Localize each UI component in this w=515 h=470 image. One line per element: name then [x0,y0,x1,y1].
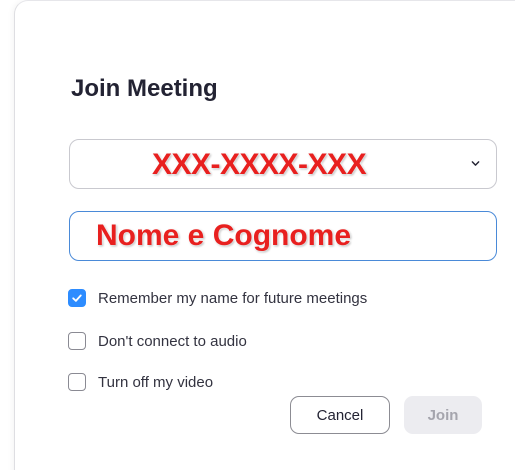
turn-off-video-label: Turn off my video [98,373,214,391]
meeting-id-combobox[interactable]: XXX-XXXX-XXX [69,139,497,189]
turn-off-video-checkbox[interactable] [68,373,86,391]
dont-connect-audio-label: Don't connect to audio [98,332,247,350]
name-input-value: Nome e Cognome [96,219,352,252]
option-turn-off-video[interactable]: Turn off my video [68,371,213,393]
option-dont-connect-audio[interactable]: Don't connect to audio [68,330,247,352]
cancel-button[interactable]: Cancel [290,396,390,434]
chevron-down-icon[interactable] [471,159,480,168]
name-input[interactable]: Nome e Cognome [69,211,497,261]
checkmark-icon [72,294,82,302]
remember-name-checkbox[interactable] [68,289,86,307]
option-remember-name[interactable]: Remember my name for future meetings [68,287,367,309]
join-button[interactable]: Join [404,396,482,434]
remember-name-label: Remember my name for future meetings [98,289,368,307]
meeting-id-value: XXX-XXXX-XXX [152,148,367,181]
dont-connect-audio-checkbox[interactable] [68,332,86,350]
page: Join Meeting XXX-XXXX-XXX Nome e Cognome… [0,0,515,470]
dialog-title: Join Meeting [71,75,218,102]
